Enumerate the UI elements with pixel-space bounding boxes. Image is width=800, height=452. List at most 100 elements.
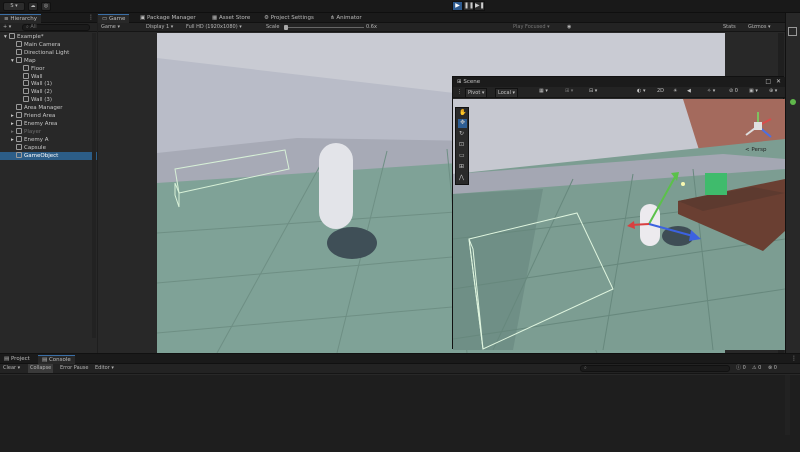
hierarchy-item[interactable]: Main Camera (0, 40, 97, 49)
audio-icon[interactable]: ◀ (687, 88, 691, 94)
tab-console[interactable]: ▤ Console (38, 355, 75, 364)
hierarchy-item[interactable]: Wall (1) (0, 80, 97, 88)
persp-label[interactable]: < Persp (745, 147, 766, 153)
hierarchy-item-label: Enemy Area (24, 120, 58, 127)
rect-tool-icon[interactable]: ▭ (459, 152, 465, 159)
gameobject-icon (16, 104, 22, 111)
mute-icon[interactable]: ◉ (567, 23, 571, 32)
grid-snap-icon[interactable]: ▦ ▾ (539, 88, 548, 94)
hierarchy-item[interactable]: Floor (0, 64, 97, 73)
log-count[interactable]: ⓘ 0 (736, 364, 746, 373)
hierarchy-item[interactable]: Area Manager (0, 104, 97, 112)
pause-icon[interactable]: ❚❚ (463, 1, 474, 11)
gizmos-icon[interactable]: ⊕ ▾ (769, 88, 777, 94)
transform-tool-icon[interactable]: ⊞ (459, 163, 464, 170)
maximize-icon[interactable]: □ (765, 77, 771, 86)
scale-tool-icon[interactable]: ⊡ (459, 141, 464, 148)
tab-package-manager[interactable]: ▣ Package Manager (136, 14, 200, 23)
gameobject-icon (9, 33, 15, 39)
hidden-objects-icon[interactable]: ⊘ 0 (729, 88, 738, 94)
close-icon[interactable]: ✕ (776, 77, 781, 86)
add-button[interactable]: + ▾ (3, 23, 11, 32)
tab-hierarchy[interactable]: ≡ Hierarchy (0, 14, 41, 23)
display-dropdown[interactable]: Display 1 ▾ (146, 23, 173, 32)
scrollbar[interactable] (92, 33, 96, 338)
increment-snap-icon[interactable]: ⊟ ▾ (589, 88, 597, 94)
gizmos-dropdown[interactable]: Gizmos ▾ (748, 23, 771, 32)
scale-label: Scale (266, 24, 280, 30)
error-count[interactable]: ⊗ 0 (768, 364, 777, 373)
account-button[interactable]: S ▾ (3, 2, 25, 11)
hierarchy-item[interactable]: Capsule (0, 143, 97, 152)
console-search-input[interactable]: ⌕ (580, 365, 730, 372)
editor-dropdown[interactable]: Editor ▾ (95, 364, 114, 373)
tab-project-settings[interactable]: ⚙ Project Settings (260, 14, 318, 23)
console-menu-icon[interactable]: ⋮ (791, 355, 797, 362)
scale-slider-handle[interactable] (284, 25, 288, 30)
hierarchy-item[interactable]: ▾ Map (0, 56, 97, 65)
scene-viewport[interactable]: ✋ ✥ ↻ ⊡ ▭ ⊞ ⋀ < Persp (453, 99, 785, 350)
scene-tab[interactable]: ⊞ Scene (457, 78, 480, 86)
gameobject-icon (16, 119, 22, 126)
hierarchy-item[interactable]: Wall (0, 72, 97, 81)
hierarchy-item-label: Area Manager (24, 105, 63, 112)
2d-toggle[interactable]: 2D (657, 88, 664, 94)
local-dropdown[interactable]: Local ▾ (495, 88, 519, 98)
hierarchy-item[interactable]: ▸ Enemy Area (0, 119, 97, 128)
hierarchy-item[interactable]: Wall (3) (0, 96, 97, 104)
effects-icon[interactable]: ✧ ▾ (707, 88, 715, 94)
custom-tool-icon[interactable]: ⋀ (459, 174, 464, 181)
gameobject-icon (16, 40, 22, 47)
step-icon[interactable]: ▶❚ (474, 1, 485, 11)
hierarchy-item-label: Wall (2) (31, 89, 53, 96)
move-tool-icon[interactable]: ✥ (458, 119, 467, 128)
game-tabbar: ▭ Game ▣ Package Manager ▦ Asset Store ⚙… (98, 13, 785, 23)
scene-window[interactable]: ⊞ Scene □ ✕ ⋮ Pivot ▾ Local ▾ ▦ ▾ ⊞ ▾ ⊟ … (452, 76, 785, 350)
console-scrollbar[interactable] (785, 375, 790, 435)
game-mode-dropdown[interactable]: Game ▾ (101, 23, 120, 32)
gameobject-icon (16, 127, 22, 134)
scale-slider[interactable] (284, 27, 364, 28)
warning-count[interactable]: ⚠ 0 (752, 364, 761, 373)
shading-mode-icon[interactable]: ◐ ▾ (637, 88, 645, 94)
pivot-dropdown[interactable]: Pivot ▾ (465, 88, 488, 98)
search-input[interactable]: ⌕ All (22, 24, 90, 31)
resolution-dropdown[interactable]: Full HD (1920x1080) ▾ (186, 23, 242, 32)
rotate-tool-icon[interactable]: ↻ (459, 130, 464, 137)
collapse-toggle[interactable]: Collapse (28, 364, 54, 373)
hierarchy-item[interactable]: Directional Light (0, 48, 97, 57)
panel-menu-icon[interactable]: ⋮ (88, 14, 94, 21)
tab-asset-store[interactable]: ▦ Asset Store (208, 14, 254, 23)
light-icon[interactable]: ☀ (673, 88, 677, 94)
snap-icon[interactable]: ⊞ ▾ (565, 88, 573, 94)
camera-icon[interactable]: ▣ ▾ (749, 88, 758, 94)
console-panel: ▤ Project ▤ Console ⋮ Clear ▾ Collapse E… (0, 353, 800, 452)
collab-icon[interactable]: ◎ (41, 2, 51, 11)
clear-button[interactable]: Clear ▾ (3, 364, 20, 373)
hand-icon[interactable]: ⋮ (457, 89, 462, 95)
hierarchy-item-label: Example* (17, 34, 44, 40)
gameobject-icon (23, 88, 29, 95)
stats-button[interactable]: Stats (723, 23, 736, 32)
hierarchy-item[interactable]: ▾ Example* (0, 33, 97, 41)
orientation-gizmo[interactable] (741, 109, 775, 143)
tab-project[interactable]: ▤ Project (0, 355, 34, 364)
hierarchy-item[interactable]: ▸ Enemy A (0, 135, 97, 144)
inspector-panel-edge (785, 13, 800, 353)
hierarchy-item[interactable]: Wall (2) (0, 88, 97, 96)
hierarchy-item-label: Player (24, 128, 42, 135)
hierarchy-item[interactable]: ▸ Player (0, 127, 97, 136)
gameobject-icon (16, 135, 22, 142)
hierarchy-item[interactable]: ▸ Friend Area (0, 112, 97, 120)
error-pause-toggle[interactable]: Error Pause (60, 364, 88, 373)
play-focused-dropdown[interactable]: Play Focused ▾ (513, 23, 550, 32)
hierarchy-item-label: Map (24, 57, 36, 64)
play-icon[interactable]: ▶ (452, 1, 463, 11)
hand-tool-icon[interactable]: ✋ (459, 109, 466, 116)
hierarchy-item[interactable]: GameObject (0, 151, 97, 160)
gameobject-icon (16, 151, 22, 158)
axis-gizmo-icon (745, 112, 772, 138)
tab-animator[interactable]: ⋔ Animator (326, 14, 366, 23)
cloud-icon[interactable]: ☁ (28, 2, 38, 11)
tab-game[interactable]: ▭ Game (98, 14, 130, 23)
